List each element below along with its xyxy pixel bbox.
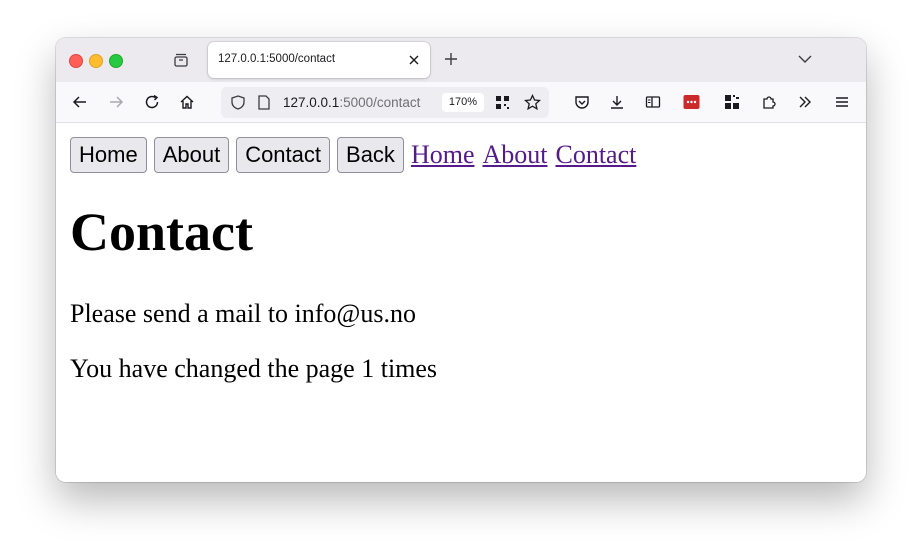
overflow-chevrons-icon[interactable] <box>797 94 813 110</box>
qr-code-icon[interactable] <box>495 95 510 110</box>
close-window-button[interactable] <box>69 54 83 68</box>
home-link[interactable]: Home <box>411 140 475 170</box>
tab-active[interactable]: 127.0.0.1:5000/contact <box>208 42 430 78</box>
home-icon[interactable] <box>179 94 195 110</box>
extensions-puzzle-icon[interactable] <box>761 94 777 110</box>
browser-window: 127.0.0.1:5000/contact 127.0.0.1:5000/co… <box>56 38 866 482</box>
reload-icon[interactable] <box>144 94 160 110</box>
minimize-window-button[interactable] <box>89 54 103 68</box>
zoom-level-badge[interactable]: 170% <box>442 93 484 112</box>
contact-paragraph: Please send a mail to info@us.no <box>70 299 416 328</box>
qr-code-extension-icon[interactable] <box>724 94 740 110</box>
page-title: Contact <box>70 202 253 262</box>
new-tab-icon[interactable] <box>444 52 458 66</box>
nav-toolbar: 127.0.0.1:5000/contact 170% <box>56 82 866 123</box>
back-arrow-icon[interactable] <box>72 94 88 110</box>
url-text: 127.0.0.1:5000/contact <box>283 95 420 110</box>
page-icon[interactable] <box>258 95 270 110</box>
url-host: 127.0.0.1 <box>283 95 340 110</box>
url-bar[interactable]: 127.0.0.1:5000/contact 170% <box>221 87 549 118</box>
shield-icon[interactable] <box>231 95 245 110</box>
title-bar: 127.0.0.1:5000/contact <box>56 38 866 82</box>
page-change-counter: You have changed the page 1 times <box>70 354 438 383</box>
zoom-window-button[interactable] <box>109 54 123 68</box>
contact-link[interactable]: Contact <box>555 140 636 170</box>
star-icon[interactable] <box>524 94 541 111</box>
extension-red-icon[interactable] <box>683 94 700 110</box>
download-icon[interactable] <box>609 94 625 110</box>
chevron-down-icon[interactable] <box>798 54 812 64</box>
pocket-icon[interactable] <box>574 94 590 110</box>
back-button[interactable]: Back <box>337 137 404 173</box>
tab-title: 127.0.0.1:5000/contact <box>218 53 336 65</box>
nav-row: Home About Contact Back Home About Conta… <box>70 137 644 173</box>
home-button[interactable]: Home <box>70 137 147 173</box>
hamburger-menu-icon[interactable] <box>834 94 850 110</box>
about-link[interactable]: About <box>482 140 547 170</box>
about-button[interactable]: About <box>153 137 230 173</box>
forward-arrow-icon[interactable] <box>108 94 124 110</box>
firefox-view-icon[interactable] <box>172 51 190 69</box>
contact-button[interactable]: Contact <box>236 137 331 173</box>
page-content: Home About Contact Back Home About Conta… <box>56 123 866 482</box>
close-icon[interactable] <box>408 54 420 66</box>
url-path: :5000/contact <box>339 95 421 110</box>
sidebar-icon[interactable] <box>645 94 661 110</box>
